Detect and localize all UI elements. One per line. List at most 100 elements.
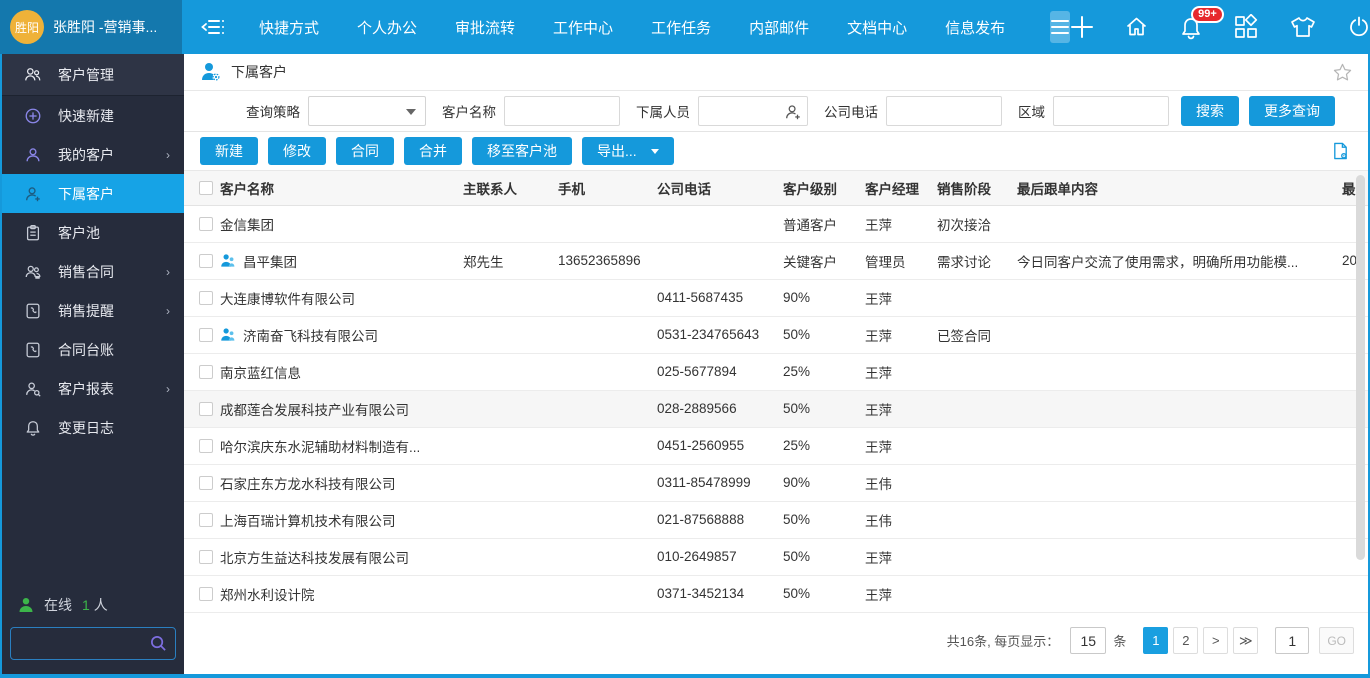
cell-last_content xyxy=(1017,538,1342,575)
row-checkbox[interactable] xyxy=(199,550,213,564)
sidebar-item-contract-ledger[interactable]: 合同台账 xyxy=(2,330,184,369)
cell-stage: 初次接洽 xyxy=(937,205,1017,242)
user-name: 张胜阳 -营销事... xyxy=(53,17,157,37)
avatar[interactable]: 胜阳 xyxy=(10,10,44,44)
apps-grid-icon[interactable] xyxy=(1233,14,1259,40)
next-page-button[interactable]: > xyxy=(1203,627,1228,654)
row-checkbox[interactable] xyxy=(199,513,213,527)
col-customer-level[interactable]: 客户级别 xyxy=(783,171,865,205)
add-icon[interactable] xyxy=(1070,15,1094,39)
sidebar-item-my-customers[interactable]: 我的客户 › xyxy=(2,135,184,174)
table-row[interactable]: 金信集团普通客户王萍初次接洽 xyxy=(184,205,1368,242)
cell-mobile xyxy=(558,390,657,427)
last-page-button[interactable]: ≫ xyxy=(1233,627,1258,654)
contract-button[interactable]: 合同 xyxy=(336,137,394,165)
customer-name: 成都莲合发展科技产业有限公司 xyxy=(220,399,409,419)
cell-manager: 王萍 xyxy=(865,427,937,464)
nav-item-document-center[interactable]: 文档中心 xyxy=(828,17,926,38)
move-to-pool-button[interactable]: 移至客户池 xyxy=(472,137,572,165)
row-checkbox[interactable] xyxy=(199,476,213,490)
cell-contact xyxy=(463,353,558,390)
table-row[interactable]: 昌平集团郑先生13652365896关键客户管理员需求讨论今日同客户交流了使用需… xyxy=(184,242,1368,279)
row-checkbox[interactable] xyxy=(199,254,213,268)
vertical-scrollbar[interactable] xyxy=(1356,175,1365,560)
table-row[interactable]: 北京方生益达科技发展有限公司010-264985750%王萍 xyxy=(184,538,1368,575)
table-row[interactable]: 石家庄东方龙水科技有限公司0311-8547899990%王伟 xyxy=(184,464,1368,501)
row-checkbox[interactable] xyxy=(199,365,213,379)
sidebar-item-sales-contract[interactable]: 销售合同 › xyxy=(2,252,184,291)
export-settings-icon[interactable] xyxy=(1331,141,1350,161)
sidebar-item-customer-reports[interactable]: 客户报表 › xyxy=(2,369,184,408)
edit-button[interactable]: 修改 xyxy=(268,137,326,165)
app-window: 胜阳 张胜阳 -营销事... 快捷方式 个人办公 审批流转 工作中心 工作任务 … xyxy=(0,0,1370,678)
customer-name: 昌平集团 xyxy=(243,251,297,271)
user-menu[interactable]: 胜阳 张胜阳 -营销事... xyxy=(0,0,182,54)
nav-item-info-publish[interactable]: 信息发布 xyxy=(926,17,1024,38)
more-menu-icon[interactable] xyxy=(1050,11,1070,43)
nav-item-shortcuts[interactable]: 快捷方式 xyxy=(240,17,338,38)
cell-level: 25% xyxy=(783,353,865,390)
cell-contact xyxy=(463,501,558,538)
table-row[interactable]: 济南奋飞科技有限公司0531-23476564350%王萍已签合同 xyxy=(184,316,1368,353)
row-checkbox[interactable] xyxy=(199,587,213,601)
collapse-menu-icon[interactable] xyxy=(200,16,226,38)
goto-page-input[interactable] xyxy=(1275,627,1309,654)
region-input[interactable] xyxy=(1053,96,1169,126)
strategy-select[interactable] xyxy=(308,96,426,126)
sidebar-item-quick-create[interactable]: 快速新建 xyxy=(2,96,184,135)
cell-contact xyxy=(463,538,558,575)
new-button[interactable]: 新建 xyxy=(200,137,258,165)
col-main-contact[interactable]: 主联系人 xyxy=(463,171,558,205)
nav-item-work-center[interactable]: 工作中心 xyxy=(534,17,632,38)
cell-last_content xyxy=(1017,353,1342,390)
col-sales-stage[interactable]: 销售阶段 xyxy=(937,171,1017,205)
page-button-2[interactable]: 2 xyxy=(1173,627,1198,654)
col-company-phone[interactable]: 公司电话 xyxy=(657,171,783,205)
notifications-icon[interactable]: 99+ xyxy=(1179,15,1203,40)
customer-table: 客户名称 主联系人 手机 公司电话 客户级别 客户经理 销售阶段 最后跟单内容 … xyxy=(184,171,1368,613)
page-button-1[interactable]: 1 xyxy=(1143,627,1168,654)
sidebar-item-change-log[interactable]: 变更日志 xyxy=(2,408,184,447)
more-query-button[interactable]: 更多查询 xyxy=(1249,96,1335,126)
select-all-checkbox[interactable] xyxy=(199,181,213,195)
row-checkbox[interactable] xyxy=(199,402,213,416)
row-checkbox[interactable] xyxy=(199,217,213,231)
customer-name-label: 客户名称 xyxy=(442,101,496,121)
favorite-star-icon[interactable] xyxy=(1333,63,1352,81)
col-customer-name[interactable]: 客户名称 xyxy=(220,171,463,205)
sidebar-item-customer-management[interactable]: 客户管理 xyxy=(2,54,184,96)
row-checkbox[interactable] xyxy=(199,439,213,453)
col-mobile[interactable]: 手机 xyxy=(558,171,657,205)
theme-shirt-icon[interactable] xyxy=(1289,15,1317,39)
cell-mobile xyxy=(558,427,657,464)
logout-power-icon[interactable] xyxy=(1347,15,1370,39)
sidebar-item-subordinate-customers[interactable]: 下属客户 xyxy=(2,174,184,213)
col-last-followup-content[interactable]: 最后跟单内容 xyxy=(1017,171,1342,205)
nav-item-approval-flow[interactable]: 审批流转 xyxy=(436,17,534,38)
row-checkbox[interactable] xyxy=(199,291,213,305)
go-button[interactable]: GO xyxy=(1319,627,1354,654)
sidebar-item-customer-pool[interactable]: 客户池 xyxy=(2,213,184,252)
sidebar-item-sales-reminder[interactable]: 销售提醒 › xyxy=(2,291,184,330)
nav-item-work-tasks[interactable]: 工作任务 xyxy=(632,17,730,38)
table-row[interactable]: 南京蓝红信息025-567789425%王萍 xyxy=(184,353,1368,390)
search-button[interactable]: 搜索 xyxy=(1181,96,1239,126)
row-checkbox[interactable] xyxy=(199,328,213,342)
company-phone-input[interactable] xyxy=(886,96,1002,126)
search-icon[interactable] xyxy=(150,635,167,652)
table-row[interactable]: 成都莲合发展科技产业有限公司028-288956650%王萍 xyxy=(184,390,1368,427)
nav-item-personal-office[interactable]: 个人办公 xyxy=(338,17,436,38)
table-row[interactable]: 郑州水利设计院0371-345213450%王萍 xyxy=(184,575,1368,612)
table-row[interactable]: 大连康博软件有限公司0411-568743590%王萍 xyxy=(184,279,1368,316)
home-icon[interactable] xyxy=(1124,15,1149,39)
cell-contact xyxy=(463,427,558,464)
page-size-input[interactable] xyxy=(1070,627,1106,654)
table-row[interactable]: 上海百瑞计算机技术有限公司021-8756888850%王伟 xyxy=(184,501,1368,538)
nav-item-internal-mail[interactable]: 内部邮件 xyxy=(730,17,828,38)
user-picker-icon[interactable] xyxy=(784,103,802,121)
col-customer-manager[interactable]: 客户经理 xyxy=(865,171,937,205)
merge-button[interactable]: 合并 xyxy=(404,137,462,165)
customer-name-input[interactable] xyxy=(504,96,620,126)
export-button[interactable]: 导出... xyxy=(582,137,674,165)
table-row[interactable]: 哈尔滨庆东水泥辅助材料制造有...0451-256095525%王萍 xyxy=(184,427,1368,464)
